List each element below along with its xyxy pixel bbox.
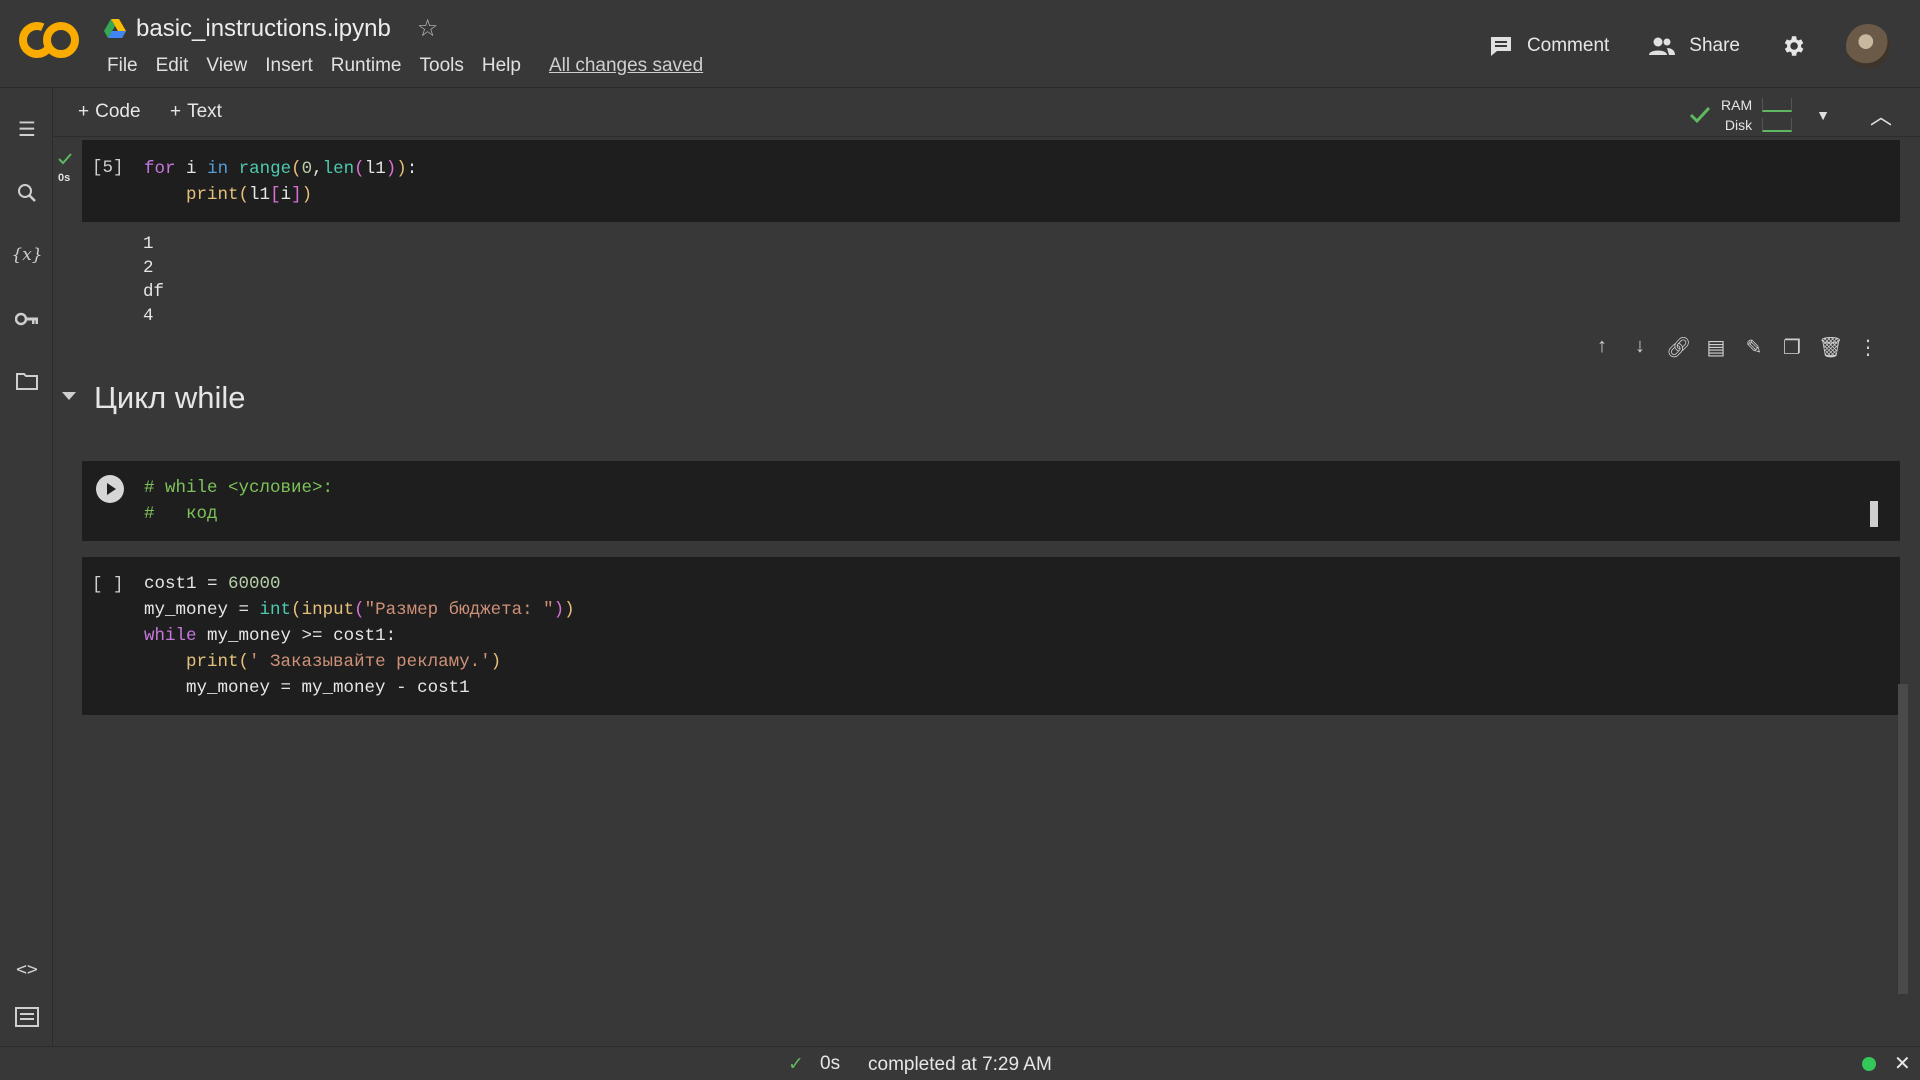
comment-label: Comment (1526, 35, 1610, 56)
ram-label: RAM (1721, 97, 1753, 113)
runtime-dropdown-icon[interactable]: ▼ (1816, 107, 1830, 123)
output-line: df (143, 282, 165, 302)
more-options-icon[interactable]: ⋮ (1856, 335, 1880, 360)
cell3-code[interactable]: cost1 = 60000 my_money = int(input("Разм… (144, 571, 575, 701)
header-actions: Comment Share (1489, 24, 1890, 68)
menu-insert[interactable]: Insert (256, 55, 322, 77)
add-code-button[interactable]: + Code (78, 101, 141, 123)
connected-check-icon (1689, 106, 1711, 124)
menu-tools[interactable]: Tools (411, 55, 473, 77)
variables-icon[interactable]: {x} (11, 242, 42, 268)
ram-disk-indicator[interactable]: RAM Disk ▼ (1689, 95, 1830, 135)
menu-view[interactable]: View (197, 55, 256, 77)
output-line: 2 (143, 258, 154, 278)
saved-status-link[interactable]: All changes saved (540, 55, 712, 77)
left-sidebar: ☰ {x} <> (0, 88, 53, 1046)
table-of-contents-icon[interactable]: ☰ (14, 116, 40, 142)
cell2-scrollbar[interactable] (1870, 501, 1878, 527)
cell2-code[interactable]: # while <условие>: # код (144, 475, 333, 527)
share-button[interactable]: Share (1649, 35, 1740, 57)
plus-icon: + (170, 101, 182, 122)
section-collapse-icon[interactable] (62, 392, 76, 400)
plus-icon: + (78, 101, 90, 122)
files-folder-icon[interactable] (14, 368, 40, 394)
comment-cell-icon[interactable]: ▤ (1704, 335, 1728, 360)
close-icon[interactable]: ✕ (1894, 1051, 1911, 1076)
menu-help[interactable]: Help (473, 55, 530, 77)
share-label: Share (1689, 35, 1740, 56)
menu-bar: File Edit View Insert Runtime Tools Help… (98, 55, 712, 77)
delete-trash-icon[interactable]: 🗑︎ (1818, 335, 1843, 360)
cell1-status: 0s (58, 152, 72, 184)
cell-toolbar: ↑ ↓ 🔗︎ ▤ ✎ ❐ 🗑︎ ⋮ (1590, 335, 1880, 360)
exec-success-check-icon (58, 153, 72, 165)
cell1-exec-time: 0s (58, 172, 71, 184)
output-line: 4 (143, 306, 154, 326)
comment-icon (1490, 37, 1511, 56)
add-text-label: Text (187, 101, 222, 122)
status-message[interactable]: completed at 7:29 AM (868, 1054, 1052, 1076)
search-icon[interactable] (14, 180, 40, 206)
move-down-arrow-icon[interactable]: ↓ (1628, 335, 1652, 360)
code-snippets-icon[interactable]: <> (14, 956, 40, 982)
comment-button[interactable]: Comment (1489, 35, 1609, 57)
menu-file[interactable]: File (98, 55, 147, 77)
cell1-output: 1 2 df 4 (143, 232, 164, 328)
status-bar: ✓ 0s completed at 7:29 AM ✕ (0, 1046, 1920, 1080)
add-code-label: Code (95, 101, 141, 122)
star-icon[interactable]: ☆ (417, 14, 439, 43)
run-cell-play-icon[interactable] (96, 475, 124, 503)
output-line: 1 (143, 234, 154, 254)
edit-pencil-icon[interactable]: ✎ (1742, 335, 1766, 360)
notebook-title[interactable]: basic_instructions.ipynb (136, 15, 391, 43)
title-row: basic_instructions.ipynb ☆ (104, 14, 438, 43)
code-cell-3[interactable]: [ ] cost1 = 60000 my_money = int(input("… (82, 557, 1900, 715)
link-icon[interactable]: 🔗︎ (1666, 335, 1691, 360)
terminal-icon[interactable] (14, 1004, 40, 1030)
disk-usage-bar (1762, 118, 1793, 132)
connection-status-dot-icon (1862, 1057, 1876, 1071)
add-text-button[interactable]: + Text (170, 101, 222, 123)
user-avatar[interactable] (1846, 24, 1890, 68)
people-icon (1649, 37, 1676, 55)
disk-label: Disk (1724, 117, 1753, 133)
notebook-scrollbar[interactable] (1898, 684, 1908, 994)
mirror-cell-icon[interactable]: ❐ (1780, 335, 1804, 360)
colab-logo[interactable] (18, 18, 80, 62)
cell1-prompt: [5] (92, 158, 124, 178)
status-duration: 0s (820, 1053, 841, 1074)
cell1-code[interactable]: for i in range(0,len(l1)): print(l1[i]) (144, 156, 417, 208)
code-cell-1[interactable]: [5] for i in range(0,len(l1)): print(l1[… (82, 140, 1900, 222)
ram-usage-bar (1762, 98, 1793, 112)
menu-edit[interactable]: Edit (147, 55, 198, 77)
move-up-arrow-icon[interactable]: ↑ (1590, 335, 1614, 360)
google-drive-icon[interactable] (104, 18, 126, 39)
cell3-prompt: [ ] (92, 575, 124, 595)
top-header: basic_instructions.ipynb ☆ File Edit Vie… (0, 0, 1920, 88)
status-check-icon: ✓ (788, 1054, 804, 1075)
code-cell-2[interactable]: # while <условие>: # код (82, 461, 1900, 541)
settings-gear-icon[interactable] (1780, 33, 1806, 59)
collapse-chevron-up-icon[interactable]: ︿ (1870, 99, 1892, 131)
section-heading[interactable]: Цикл while (94, 380, 246, 416)
notebook-toolbar: + Code + Text RAM Disk ▼ ︿ (54, 89, 1920, 137)
menu-runtime[interactable]: Runtime (322, 55, 411, 77)
secrets-key-icon[interactable] (14, 306, 40, 332)
